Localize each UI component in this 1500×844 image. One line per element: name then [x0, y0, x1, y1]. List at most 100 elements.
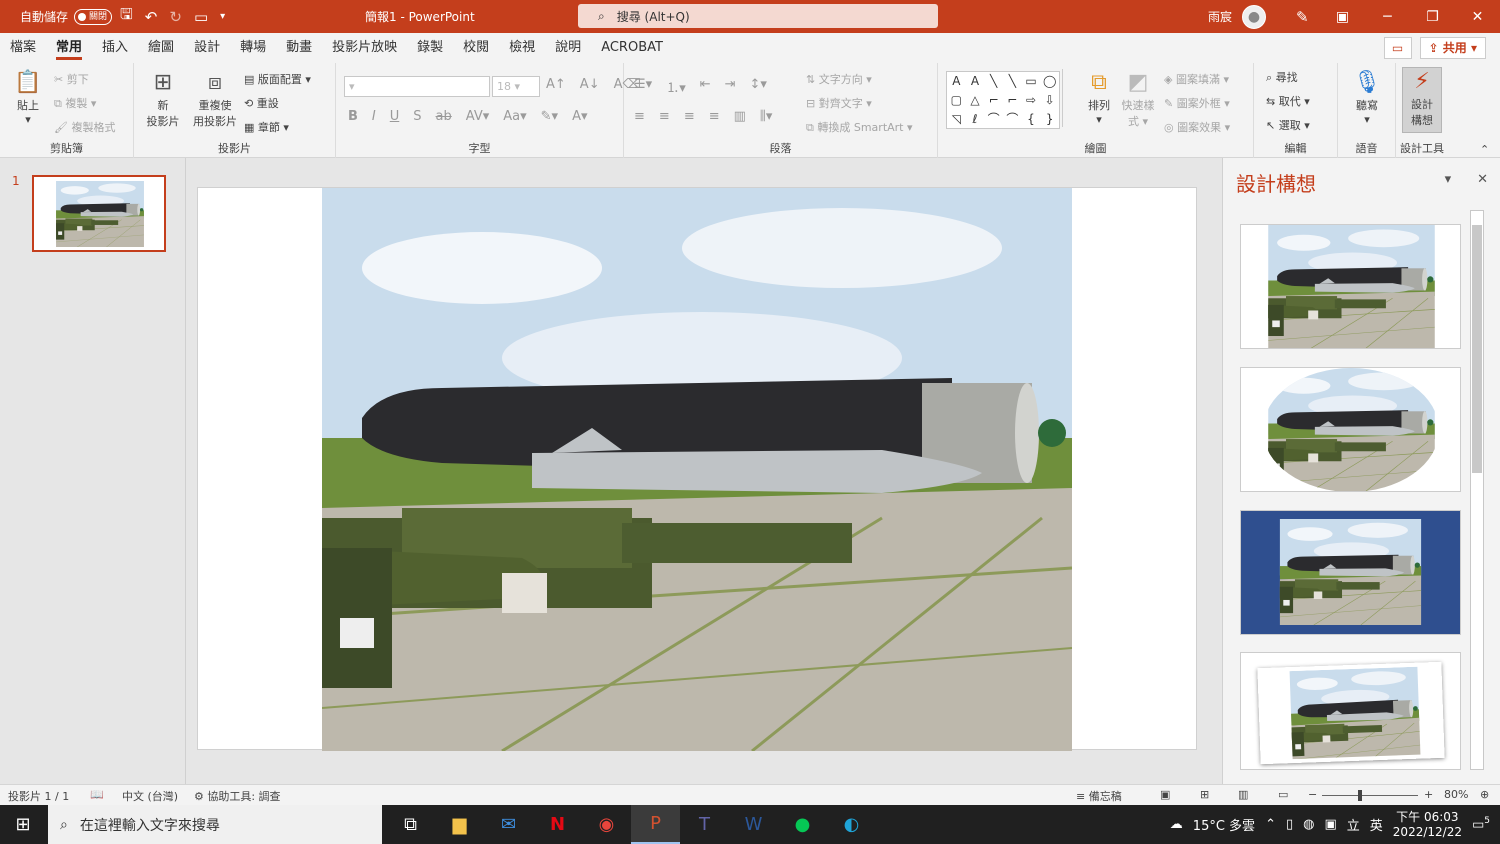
weather-text[interactable]: 15°C 多雲 [1193, 815, 1255, 834]
customize-qat-icon[interactable]: ▾ [220, 11, 225, 22]
tab-5[interactable]: 轉場 [230, 33, 276, 63]
change-case-icon[interactable]: Aa▾ [503, 109, 526, 124]
avatar[interactable]: ● [1242, 4, 1267, 29]
columns-icon[interactable]: ⫼▾ [760, 109, 773, 124]
align-center-icon[interactable]: ≡ [659, 109, 670, 124]
autosave-toggle[interactable]: 自動儲存 關閉 [20, 0, 113, 33]
font-size-box[interactable]: 18 ▾ [492, 76, 540, 97]
format-painter-button[interactable]: 🖌 複製格式 [54, 119, 115, 135]
line2-shape-icon[interactable]: ╲ [1003, 72, 1022, 91]
decrease-indent-icon[interactable]: ⇤ [700, 77, 711, 96]
close-icon[interactable]: ✕ [1455, 9, 1500, 25]
clock[interactable]: 下午 06:03 2022/12/22 [1393, 810, 1462, 840]
shadow-icon[interactable]: S [413, 109, 421, 124]
design-idea-4[interactable] [1240, 652, 1461, 770]
distributed-icon[interactable]: ▥ [734, 109, 746, 124]
undo-icon[interactable]: ↶ [145, 8, 158, 26]
elbow2-shape-icon[interactable]: ⌐ [1003, 91, 1022, 110]
new-slide-button[interactable]: ⊞ 新投影片 [140, 69, 186, 129]
align-right-icon[interactable]: ≡ [684, 109, 695, 124]
slide-thumbnail[interactable] [32, 175, 166, 252]
spell-check-icon[interactable]: 📖 [90, 788, 104, 801]
curve-shape-icon[interactable]: ℓ [966, 110, 985, 129]
line-spacing-icon[interactable]: ↕▾ [750, 77, 767, 96]
font-name-box[interactable]: ▾ [344, 76, 490, 97]
bullets-icon[interactable]: ☰▾ [634, 77, 652, 96]
reset-button[interactable]: ⟲ 重設 [244, 95, 279, 111]
underline-icon[interactable]: U [390, 109, 400, 124]
line-shape-icon[interactable]: ╲ [984, 72, 1003, 91]
shapes-gallery[interactable]: A A ╲ ╲ ▭ ◯ ▢ △ ⌐ ⌐ ⇨ ⇩ ◹ ℓ ⌒ ⌒{} [946, 71, 1060, 129]
accessibility-status[interactable]: ⚙ 協助工具: 調查 [194, 788, 281, 804]
file-explorer-icon[interactable]: ▆ [435, 805, 484, 844]
design-pane-scrollbar[interactable] [1470, 210, 1484, 770]
zoom-level[interactable]: 80% [1444, 788, 1468, 801]
design-idea-3[interactable] [1240, 510, 1461, 635]
zoom-slider-thumb[interactable] [1358, 790, 1362, 801]
section-button[interactable]: ▦ 章節 ▾ [244, 119, 289, 135]
char-spacing-icon[interactable]: AV▾ [466, 109, 489, 124]
arc-shape-icon[interactable]: ⌒ [984, 110, 1003, 129]
device-icon[interactable]: ▯ [1286, 817, 1293, 832]
design-idea-2[interactable] [1240, 367, 1461, 492]
design-idea-1[interactable] [1240, 224, 1461, 349]
save-icon[interactable]: 🖫 [120, 4, 133, 29]
tab-1[interactable]: 常用 [46, 33, 92, 63]
close-icon[interactable]: ✕ [1477, 172, 1488, 187]
current-slide[interactable] [197, 187, 1197, 751]
find-button[interactable]: ⌕ 尋找 [1266, 69, 1298, 85]
down-arrow-shape-icon[interactable]: ⇩ [1040, 91, 1059, 110]
arc2-shape-icon[interactable]: ⌒ [1003, 110, 1022, 129]
layout-button[interactable]: ▤ 版面配置 ▾ [244, 71, 311, 87]
tab-9[interactable]: 校閱 [453, 33, 499, 63]
freeform-shape-icon[interactable]: ◹ [947, 110, 966, 129]
brace-right-shape-icon[interactable]: } [1040, 110, 1059, 129]
slideshow-icon[interactable]: ▭ [1278, 788, 1288, 801]
minimize-icon[interactable]: ─ [1365, 9, 1410, 25]
design-pane-scrollbar-thumb[interactable] [1472, 225, 1482, 473]
rrect-shape-icon[interactable]: ▢ [947, 91, 966, 110]
reading-view-icon[interactable]: ▥ [1238, 788, 1248, 801]
copy-button[interactable]: ⧉ 複製 ▾ [54, 95, 96, 111]
network-icon[interactable]: ◍ [1303, 817, 1314, 832]
windows-start-button[interactable]: ⊞ [0, 805, 46, 844]
word-icon[interactable]: W [729, 805, 778, 844]
zoom-in-icon[interactable]: + [1424, 788, 1433, 801]
reuse-slides-button[interactable]: ⧈ 重複使 用投影片 [190, 69, 240, 129]
cut-button[interactable]: ✂ 剪下 [54, 71, 89, 87]
battery-icon[interactable]: ▣ [1324, 817, 1336, 832]
tab-11[interactable]: 說明 [545, 33, 591, 63]
vtextbox-shape-icon[interactable]: A [966, 72, 985, 91]
bold-icon[interactable]: B [348, 109, 358, 124]
comments-icon[interactable]: ▭ [1383, 37, 1412, 59]
restore-icon[interactable]: ❐ [1410, 9, 1455, 25]
notes-button[interactable]: ≡ 備忘稿 [1076, 788, 1122, 804]
zoom-out-icon[interactable]: − [1308, 788, 1317, 801]
design-ideas-button[interactable]: ⚡ 設計 構想 [1402, 67, 1442, 133]
increase-indent-icon[interactable]: ⇥ [725, 77, 736, 96]
mail-icon[interactable]: ✉ [484, 805, 533, 844]
normal-view-icon[interactable]: ▣ [1160, 788, 1170, 801]
text-direction-button[interactable]: ⇅ 文字方向 ▾ [806, 71, 872, 87]
shape-outline-button[interactable]: ✎ 圖案外框 ▾ [1164, 95, 1230, 111]
tab-6[interactable]: 動畫 [276, 33, 322, 63]
chevron-down-icon[interactable]: ▾ [1445, 172, 1452, 187]
tab-2[interactable]: 插入 [92, 33, 138, 63]
collapse-ribbon-icon[interactable]: ⌃ [1480, 143, 1489, 156]
search-box[interactable]: ⌕ 搜尋 (Alt+Q) [578, 4, 938, 28]
highlight-icon[interactable]: ✎▾ [541, 109, 558, 124]
right-arrow-shape-icon[interactable]: ⇨ [1022, 91, 1041, 110]
fit-slide-icon[interactable]: ⊕ [1480, 788, 1489, 801]
teams-icon[interactable]: T [680, 805, 729, 844]
paste-button[interactable]: 📋 貼上 ▾ [10, 69, 46, 126]
quick-styles-button[interactable]: ◩ 快速樣式 ▾ [1120, 69, 1156, 129]
justify-icon[interactable]: ≡ [709, 109, 720, 124]
powerpoint-icon[interactable]: P [631, 805, 680, 844]
elbow-shape-icon[interactable]: ⌐ [984, 91, 1003, 110]
edge-icon[interactable]: ◐ [827, 805, 876, 844]
ribbon-display-icon[interactable]: ▣ [1320, 9, 1365, 25]
shape-effects-button[interactable]: ◎ 圖案效果 ▾ [1164, 119, 1230, 135]
italic-icon[interactable]: I [372, 109, 376, 124]
tab-0[interactable]: 檔案 [0, 33, 46, 63]
shapes-gallery-scroll[interactable] [1062, 69, 1064, 127]
